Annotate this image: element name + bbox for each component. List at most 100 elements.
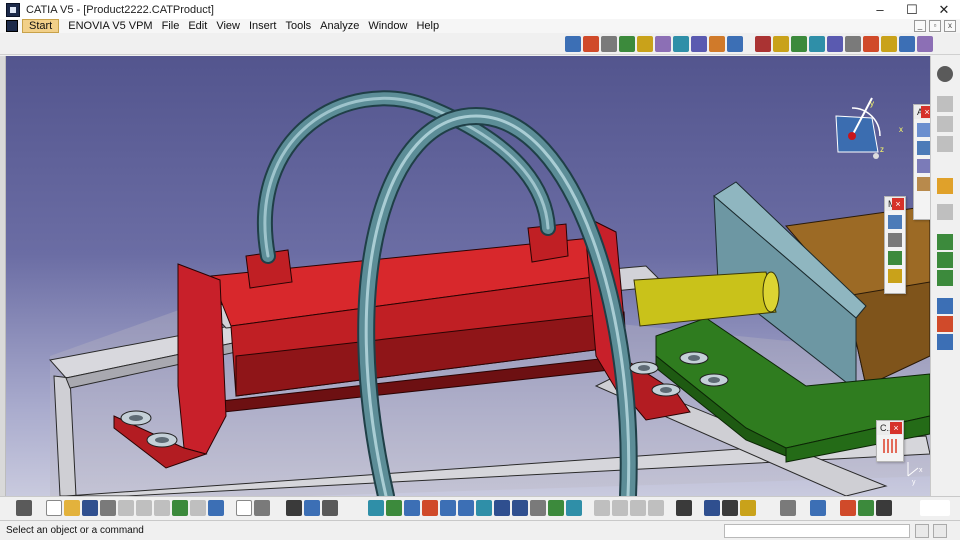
comment-icon[interactable] [254,500,270,516]
paste-icon[interactable] [154,500,170,516]
menu-tools[interactable]: Tools [285,20,311,32]
new-document-icon[interactable] [46,500,62,516]
properties-icon[interactable] [876,500,892,516]
fit-all-icon[interactable] [386,500,402,516]
product-structure-icon[interactable] [937,298,953,314]
rotate-view-icon[interactable] [422,500,438,516]
clash-icon[interactable] [655,36,671,52]
translate-icon[interactable] [888,251,902,265]
zoom-in-icon[interactable] [440,500,456,516]
print-icon[interactable] [16,500,32,516]
sectioning-icon[interactable] [673,36,689,52]
text-icon[interactable] [917,141,931,155]
annotation-icon[interactable] [917,123,931,137]
doc-restore-button[interactable]: ▫ [929,20,941,32]
constraint-icon[interactable] [583,36,599,52]
view-icon-1[interactable] [937,96,953,112]
rotate-icon[interactable] [888,233,902,247]
explode-icon[interactable] [637,36,653,52]
copy-icon[interactable] [136,500,152,516]
document-menu-icon[interactable] [6,20,18,32]
minimize-button[interactable]: – [864,0,896,19]
menu-edit[interactable]: Edit [188,20,207,32]
constraint-fix-icon[interactable] [937,234,953,250]
snap-icon[interactable] [619,36,635,52]
flag-note-icon[interactable] [917,159,931,173]
doc-minimize-button[interactable]: _ [914,20,926,32]
simulation-icon[interactable] [780,500,796,516]
move-icon[interactable] [888,215,902,229]
doc-close-button[interactable]: x [944,20,956,32]
menu-view[interactable]: View [216,20,240,32]
knowledge-icon[interactable] [937,66,953,82]
maximize-button[interactable]: ☐ [896,0,928,19]
3d-annotation-icon[interactable] [917,177,931,191]
replace-component-icon[interactable] [827,36,843,52]
view-icon-3[interactable] [937,136,953,152]
view-icon-2[interactable] [937,116,953,132]
open-folder-icon[interactable] [64,500,80,516]
catalog-icon[interactable] [709,36,725,52]
distance-icon[interactable] [691,36,707,52]
normal-view-icon[interactable] [476,500,492,516]
fast-multi-instantiation-icon[interactable] [937,316,953,332]
shading-icon[interactable] [530,500,546,516]
update-icon[interactable] [676,500,692,516]
catalog-grid-icon[interactable] [883,439,897,453]
menu-help[interactable]: Help [416,20,439,32]
menu-start[interactable]: Start [22,19,60,33]
close-button[interactable]: ✕ [928,0,960,19]
catalog-browser-icon[interactable] [322,500,338,516]
whats-this-icon[interactable] [208,500,224,516]
measure-icon[interactable] [727,36,743,52]
measure-between-icon[interactable] [704,500,720,516]
knowledge-advisor-icon[interactable] [304,500,320,516]
isometric-view-icon[interactable] [512,500,528,516]
generate-numbering-icon[interactable] [863,36,879,52]
manipulate-icon[interactable] [601,36,617,52]
undo-icon[interactable] [172,500,188,516]
save-icon[interactable] [82,500,98,516]
table-icon[interactable] [286,500,302,516]
menu-enovia[interactable]: ENOVIA V5 VPM [68,20,152,32]
status-button-2[interactable] [933,524,947,538]
scenes-icon[interactable] [810,500,826,516]
measure-item-icon[interactable] [722,500,738,516]
manage-representations-icon[interactable] [899,36,915,52]
hide-show-icon[interactable] [548,500,564,516]
new-part-icon[interactable] [791,36,807,52]
assembly-icon[interactable] [565,36,581,52]
swap-visible-space-icon[interactable] [566,500,582,516]
multi-instantiation-icon[interactable] [917,36,933,52]
redo-icon[interactable] [190,500,206,516]
floating-toolbar-c-title[interactable]: C.. × [877,421,903,435]
floating-toolbar-m-close-button[interactable]: × [892,198,904,210]
command-input[interactable] [724,524,910,538]
fly-mode-icon[interactable] [368,500,384,516]
constraint-contact-icon[interactable] [937,270,953,286]
new-component-icon[interactable] [755,36,771,52]
3d-viewport[interactable]: y x z x y [6,56,930,496]
zoom-out-icon[interactable] [458,500,474,516]
apply-material-icon[interactable] [858,500,874,516]
menu-analyze[interactable]: Analyze [320,20,359,32]
snap-move-icon[interactable] [888,269,902,283]
menu-file[interactable]: File [162,20,180,32]
measure-inertia-icon[interactable] [740,500,756,516]
multi-view-icon[interactable] [494,500,510,516]
new-product-icon[interactable] [773,36,789,52]
quick-print-icon[interactable] [100,500,116,516]
existing-component-icon[interactable] [809,36,825,52]
floating-toolbar-c-close-button[interactable]: × [890,422,902,434]
reuse-pattern-icon[interactable] [937,334,953,350]
menu-window[interactable]: Window [368,20,407,32]
select-pointer-icon[interactable] [937,178,953,194]
graph-tree-icon[interactable] [845,36,861,52]
status-button-1[interactable] [915,524,929,538]
formula-icon[interactable] [236,500,252,516]
cut-icon[interactable] [118,500,134,516]
material-icon[interactable] [840,500,856,516]
constraint-coincidence-icon[interactable] [937,252,953,268]
pan-icon[interactable] [404,500,420,516]
floating-toolbar-m-title[interactable]: M × [885,197,905,211]
